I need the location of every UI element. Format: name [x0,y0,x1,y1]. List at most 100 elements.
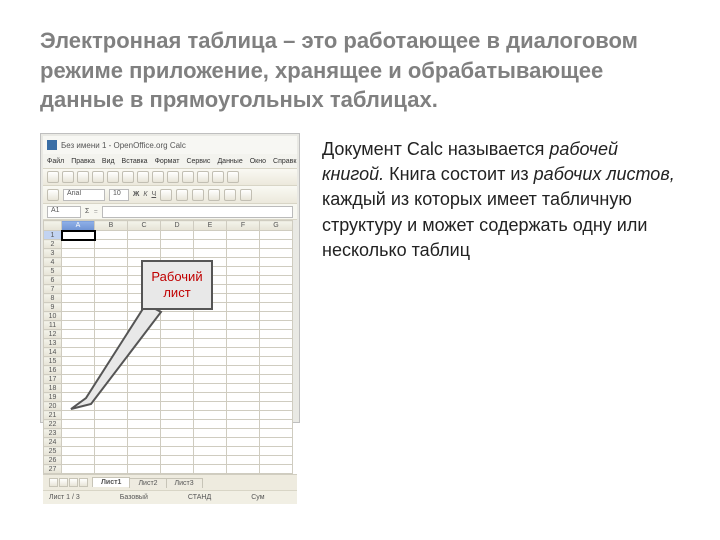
cell[interactable] [194,375,227,384]
cell[interactable] [62,330,95,339]
cell[interactable] [194,330,227,339]
col-header[interactable]: B [95,221,128,231]
cell[interactable] [161,438,194,447]
cell[interactable] [95,447,128,456]
cell[interactable] [227,393,260,402]
cell[interactable] [62,267,95,276]
cell[interactable] [161,366,194,375]
cell[interactable] [194,231,227,240]
sigma-icon[interactable]: Σ [85,208,89,215]
menu-format[interactable]: Формат [155,158,180,165]
cell[interactable] [260,267,293,276]
cell[interactable] [260,357,293,366]
cell[interactable] [62,321,95,330]
cell[interactable] [62,402,95,411]
cell[interactable] [194,438,227,447]
cell[interactable] [260,303,293,312]
cell[interactable] [260,411,293,420]
tb-undo-icon[interactable] [152,171,164,183]
cell[interactable] [62,303,95,312]
cell[interactable] [194,366,227,375]
fontsize-select[interactable]: 10 [109,189,129,201]
cell[interactable] [62,411,95,420]
row-header[interactable]: 1 [44,231,62,240]
cell[interactable] [95,330,128,339]
cell[interactable] [95,366,128,375]
row-header[interactable]: 11 [44,321,62,330]
cell[interactable] [95,348,128,357]
cell[interactable] [161,393,194,402]
cell[interactable] [194,420,227,429]
sheet-tab-2[interactable]: Лист2 [129,478,166,488]
align-left-icon[interactable] [160,189,172,201]
cell[interactable] [260,240,293,249]
cell[interactable] [161,312,194,321]
cell[interactable] [62,357,95,366]
row-header[interactable]: 23 [44,429,62,438]
cell[interactable] [227,429,260,438]
cell[interactable] [161,447,194,456]
cell[interactable] [128,429,161,438]
tb-misc4-icon[interactable] [227,171,239,183]
cell[interactable] [62,276,95,285]
row-header[interactable]: 27 [44,465,62,474]
cell[interactable] [227,384,260,393]
cell[interactable] [95,402,128,411]
cell[interactable] [95,438,128,447]
percent-icon[interactable] [240,189,252,201]
bold-btn[interactable]: Ж [133,191,139,198]
cell[interactable] [95,393,128,402]
cell[interactable] [62,294,95,303]
tabnav-prev-icon[interactable] [59,478,68,487]
tb-print-icon[interactable] [92,171,104,183]
col-header[interactable]: E [194,221,227,231]
cell[interactable] [161,456,194,465]
cell[interactable] [161,339,194,348]
cell[interactable] [128,447,161,456]
style-btn-icon[interactable] [47,189,59,201]
cell[interactable] [161,420,194,429]
cell[interactable] [260,321,293,330]
cell[interactable] [260,429,293,438]
cell[interactable] [227,438,260,447]
menu-window[interactable]: Окно [250,158,266,165]
cell[interactable] [62,285,95,294]
cell[interactable] [95,429,128,438]
row-header[interactable]: 8 [44,294,62,303]
cell[interactable] [62,465,95,474]
cell[interactable] [161,465,194,474]
cell[interactable] [227,420,260,429]
row-header[interactable]: 18 [44,384,62,393]
cell[interactable] [128,393,161,402]
cell[interactable] [95,384,128,393]
cell[interactable] [128,339,161,348]
font-select[interactable]: Arial [63,189,105,201]
cell[interactable] [227,330,260,339]
cell[interactable] [227,375,260,384]
row-header[interactable]: 16 [44,366,62,375]
row-header[interactable]: 6 [44,276,62,285]
cell[interactable] [227,321,260,330]
cell[interactable] [62,339,95,348]
cell[interactable] [227,312,260,321]
cell[interactable] [260,258,293,267]
row-header[interactable]: 14 [44,348,62,357]
cell[interactable] [260,384,293,393]
cell[interactable] [161,231,194,240]
menu-help[interactable]: Справка [273,158,297,165]
cell[interactable] [194,402,227,411]
cell[interactable] [260,330,293,339]
cell[interactable] [128,402,161,411]
cell[interactable] [95,312,128,321]
row-header[interactable]: 22 [44,420,62,429]
cell[interactable] [161,384,194,393]
tb-misc3-icon[interactable] [212,171,224,183]
cell[interactable] [62,249,95,258]
cell[interactable] [128,330,161,339]
cell[interactable] [95,321,128,330]
cell[interactable] [194,411,227,420]
cell[interactable] [161,402,194,411]
menu-tools[interactable]: Сервис [186,158,210,165]
cell[interactable] [128,240,161,249]
cell[interactable] [128,465,161,474]
